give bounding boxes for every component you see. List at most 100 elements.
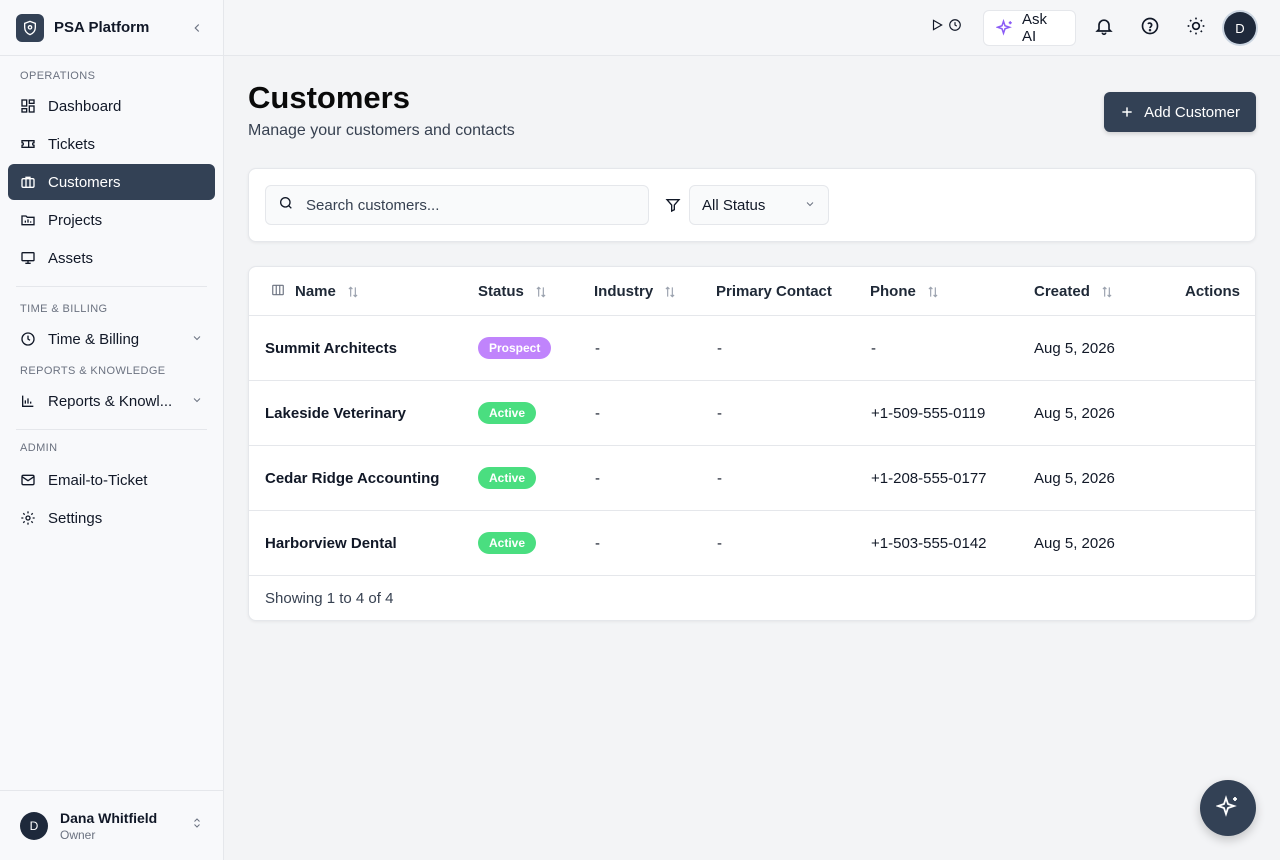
column-header-primary-contact: Primary Contact <box>716 267 832 316</box>
cell-name: Harborview Dental <box>265 534 397 552</box>
filter-icon <box>665 197 681 213</box>
play-icon <box>930 18 944 37</box>
main-content: Customers Manage your customers and cont… <box>224 56 1280 860</box>
column-header-name[interactable]: Name <box>295 267 360 316</box>
sidebar-item-reports[interactable]: Reports & Knowl... <box>8 383 215 419</box>
sort-icon <box>663 285 677 299</box>
sidebar-item-customers[interactable]: Customers <box>8 164 215 200</box>
section-operations: OPERATIONS <box>20 70 96 82</box>
chevron-down-icon <box>804 197 816 214</box>
cell-contact: - <box>717 534 722 552</box>
top-bar: Ask AI D <box>224 0 1280 56</box>
cell-status: Prospect <box>478 316 552 380</box>
section-admin: ADMIN <box>20 442 58 454</box>
sort-icon <box>1100 285 1114 299</box>
status-badge: Active <box>478 467 537 489</box>
search-icon <box>278 195 294 216</box>
table-row[interactable]: Harborview Dental Active - - +1-503-555-… <box>249 511 1255 576</box>
column-header-status[interactable]: Status <box>478 267 548 316</box>
table-footer: Showing 1 to 4 of 4 <box>265 589 394 607</box>
collapse-sidebar-icon[interactable] <box>187 18 207 38</box>
sort-icon <box>346 285 360 299</box>
user-menu[interactable]: D Dana Whitfield Owner <box>0 790 223 860</box>
column-label: Phone <box>870 283 916 300</box>
shield-logo-icon <box>16 13 44 42</box>
column-label: Actions <box>1185 283 1241 300</box>
section-reports: REPORTS & KNOWLEDGE <box>20 365 166 377</box>
cell-phone: - <box>871 339 876 357</box>
sort-icon <box>534 285 548 299</box>
page-subtitle: Manage your customers and contacts <box>248 122 515 139</box>
user-role: Owner <box>60 827 96 842</box>
sidebar-item-assets[interactable]: Assets <box>8 240 215 276</box>
notifications-button[interactable] <box>1092 16 1116 40</box>
cell-contact: - <box>717 339 722 357</box>
sidebar-item-email-to-ticket[interactable]: Email-to-Ticket <box>8 462 215 498</box>
cell-name: Summit Architects <box>265 339 397 357</box>
gear-icon <box>20 510 36 526</box>
ask-ai-button[interactable]: Ask AI <box>983 10 1076 46</box>
user-name: Dana Whitfield <box>60 809 158 826</box>
table-row[interactable]: Cedar Ridge Accounting Active - - +1-208… <box>249 446 1255 511</box>
cell-phone: +1-503-555-0142 <box>871 534 987 552</box>
help-button[interactable] <box>1138 16 1162 40</box>
folder-chart-icon <box>20 212 36 228</box>
sidebar-item-label: Settings <box>48 509 103 527</box>
sidebar-item-projects[interactable]: Projects <box>8 202 215 238</box>
add-customer-label: Add Customer <box>1144 103 1240 121</box>
column-label: Created <box>1034 283 1090 300</box>
plus-icon <box>1120 105 1134 119</box>
column-header-industry[interactable]: Industry <box>594 267 677 316</box>
chevron-down-icon <box>191 331 203 348</box>
cell-status: Active <box>478 381 537 445</box>
brand-name: PSA Platform <box>54 19 150 36</box>
sidebar-item-tickets[interactable]: Tickets <box>8 126 215 162</box>
status-filter-select[interactable]: All Status <box>689 185 829 225</box>
ask-ai-label: Ask AI <box>1022 11 1048 45</box>
timer-control[interactable] <box>930 18 962 37</box>
cell-industry: - <box>595 339 600 357</box>
chevron-down-icon <box>191 393 203 410</box>
status-badge: Active <box>478 532 537 554</box>
cell-contact: - <box>717 469 722 487</box>
cell-created: Aug 5, 2026 <box>1034 404 1115 422</box>
table-row[interactable]: Lakeside Veterinary Active - - +1-509-55… <box>249 381 1255 446</box>
column-header-phone[interactable]: Phone <box>870 267 940 316</box>
cell-created: Aug 5, 2026 <box>1034 339 1115 357</box>
cell-contact: - <box>717 404 722 422</box>
user-avatar-button[interactable]: D <box>1224 12 1256 44</box>
cell-industry: - <box>595 469 600 487</box>
theme-toggle-button[interactable] <box>1184 16 1208 40</box>
sidebar-item-label: Tickets <box>48 135 95 153</box>
table-row[interactable]: Summit Architects Prospect - - - Aug 5, … <box>249 316 1255 381</box>
bar-chart-icon <box>20 393 36 409</box>
sidebar-item-time-billing[interactable]: Time & Billing <box>8 321 215 357</box>
sidebar-item-label: Dashboard <box>48 97 122 115</box>
help-circle-icon <box>1140 16 1160 41</box>
search-input[interactable] <box>306 196 626 214</box>
cell-phone: +1-208-555-0177 <box>871 469 987 487</box>
search-box[interactable] <box>265 185 649 225</box>
cell-phone: +1-509-555-0119 <box>871 404 986 422</box>
sidebar-item-label: Time & Billing <box>48 330 140 348</box>
add-customer-button[interactable]: Add Customer <box>1104 92 1256 132</box>
ai-assistant-fab[interactable] <box>1200 780 1256 836</box>
column-label: Name <box>295 283 336 300</box>
column-toggle[interactable] <box>271 267 285 316</box>
sidebar-item-label: Assets <box>48 249 94 267</box>
column-label: Status <box>478 283 524 300</box>
cell-industry: - <box>595 404 600 422</box>
clock-icon <box>20 331 36 347</box>
sidebar: PSA Platform OPERATIONS Dashboard Ticket… <box>0 0 224 860</box>
page-title: Customers <box>248 80 410 115</box>
section-time-billing: TIME & BILLING <box>20 303 108 315</box>
chevron-up-down-icon <box>191 816 203 835</box>
sidebar-item-label: Reports & Knowl... <box>48 392 173 410</box>
sidebar-item-dashboard[interactable]: Dashboard <box>8 88 215 124</box>
column-header-created[interactable]: Created <box>1034 267 1114 316</box>
sidebar-item-settings[interactable]: Settings <box>8 500 215 536</box>
bell-icon <box>1094 16 1114 41</box>
sidebar-item-label: Projects <box>48 211 103 229</box>
filter-bar: All Status <box>248 168 1256 242</box>
dashboard-icon <box>20 98 36 114</box>
